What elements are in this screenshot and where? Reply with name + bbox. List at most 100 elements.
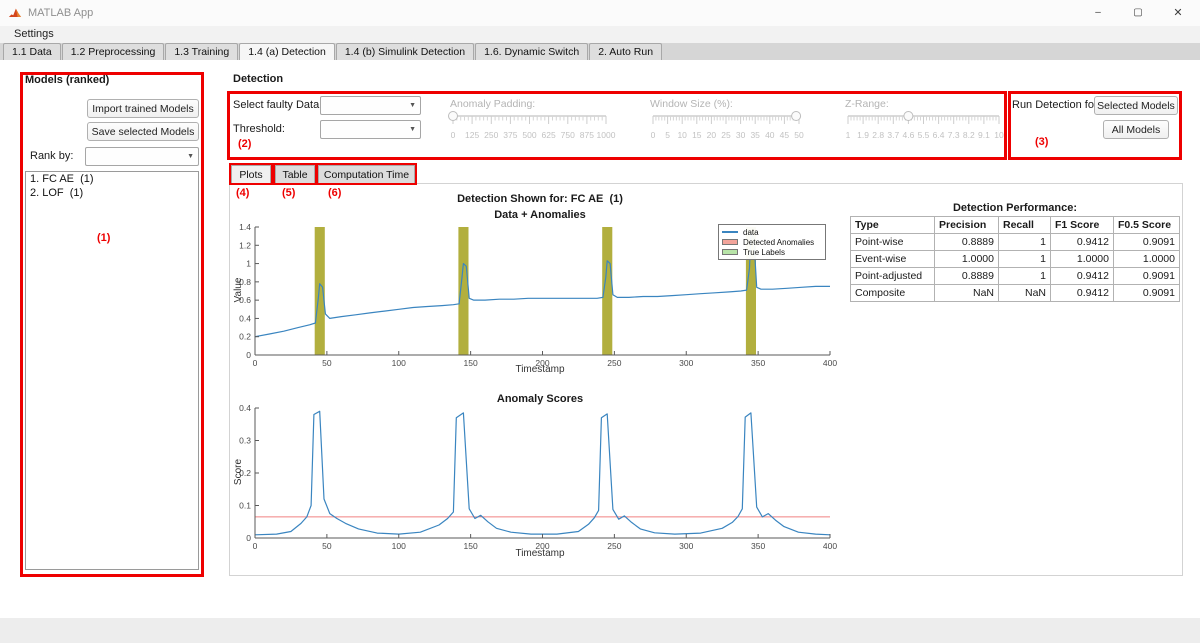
slider-tick-label: 375: [503, 130, 517, 140]
perf-cell: 0.9412: [1051, 234, 1114, 251]
perf-cell: 0.9412: [1051, 285, 1114, 302]
perf-row: CompositeNaNNaN0.94120.9091: [851, 285, 1180, 302]
perf-cell: 1.0000: [935, 251, 999, 268]
chart1-xlabel: Timestamp: [260, 364, 820, 375]
chevron-down-icon: ▼: [187, 148, 194, 165]
legend-label: data: [743, 228, 759, 237]
legend-line-swatch: [722, 231, 738, 233]
slider-tick-label: 875: [580, 130, 594, 140]
perf-col-header: Recall: [999, 217, 1051, 234]
matlab-icon: [8, 6, 22, 20]
perf-cell: Event-wise: [851, 251, 935, 268]
window-size-slider[interactable]: Window Size (%): 05101520253035404550: [648, 97, 804, 142]
subtab-plots[interactable]: Plots: [231, 165, 271, 184]
slider-tick-label: 7.3: [948, 130, 960, 140]
menu-item-settings[interactable]: Settings: [10, 26, 58, 43]
chart1-legend: dataDetected AnomaliesTrue Labels: [718, 224, 826, 260]
svg-text:0.4: 0.4: [239, 403, 251, 413]
perf-row: Point-wise0.888910.94120.9091: [851, 234, 1180, 251]
close-icon[interactable]: ✕: [1158, 0, 1198, 26]
all-models-button[interactable]: All Models: [1103, 120, 1169, 139]
tab-1-2-preprocessing[interactable]: 1.2 Preprocessing: [62, 43, 165, 60]
performance-title: Detection Performance:: [880, 202, 1150, 214]
models-panel-title: Models (ranked): [25, 74, 109, 86]
slider-tick-label: 0: [651, 130, 656, 140]
anomaly-padding-slider[interactable]: Anomaly Padding: 01252503755006257508751…: [448, 97, 611, 142]
slider-tick-labels: 11.92.83.74.65.56.47.38.29.110: [843, 130, 1004, 140]
perf-row: Event-wise1.000011.00001.0000: [851, 251, 1180, 268]
performance-table: TypePrecisionRecallF1 ScoreF0.5 ScorePoi…: [850, 216, 1180, 302]
slider-tick-label: 3.7: [887, 130, 899, 140]
perf-cell: 0.9091: [1114, 234, 1180, 251]
slider-tick-label: 45: [780, 130, 789, 140]
perf-cell: 0.8889: [935, 268, 999, 285]
svg-text:0.2: 0.2: [239, 332, 251, 342]
window-size-label: Window Size (%):: [650, 98, 733, 110]
perf-cell: 1: [999, 234, 1051, 251]
selected-models-button[interactable]: Selected Models: [1094, 96, 1178, 115]
svg-text:400: 400: [823, 541, 837, 551]
svg-text:400: 400: [823, 358, 837, 368]
tab-1-3-training[interactable]: 1.3 Training: [165, 43, 238, 60]
svg-text:0: 0: [246, 350, 251, 360]
tab-1-4-a-detection[interactable]: 1.4 (a) Detection: [239, 43, 335, 60]
chevron-down-icon: ▼: [409, 121, 416, 138]
maximize-icon[interactable]: ▢: [1118, 0, 1158, 26]
slider-tick-label: 40: [765, 130, 774, 140]
slider-tick-label: 125: [465, 130, 479, 140]
anomaly-padding-label: Anomaly Padding:: [450, 98, 535, 110]
matlab-app-window: MATLAB App – ▢ ✕ Settings 1.1 Data1.2 Pr…: [0, 0, 1200, 643]
svg-text:0.1: 0.1: [239, 501, 251, 511]
model-list-item[interactable]: 2. LOF (1): [26, 186, 198, 200]
threshold-dropdown[interactable]: Best F1 Score (... ▼: [320, 120, 421, 139]
slider-tick-label: 30: [736, 130, 745, 140]
perf-col-header: F0.5 Score: [1114, 217, 1180, 234]
chart1-ylabel: Value: [233, 268, 245, 312]
legend-patch-swatch: [722, 249, 738, 255]
perf-row: Point-adjusted0.888910.94120.9091: [851, 268, 1180, 285]
slider-track[interactable]: [843, 110, 1004, 128]
tab-1-6-dynamic-switch[interactable]: 1.6. Dynamic Switch: [475, 43, 588, 60]
import-models-button[interactable]: Import trained Models: [87, 99, 199, 118]
perf-cell: NaN: [935, 285, 999, 302]
chart2-xlabel: Timestamp: [260, 548, 820, 559]
tab-1-4-b-simulink-detection[interactable]: 1.4 (b) Simulink Detection: [336, 43, 474, 60]
rank-by-dropdown[interactable]: F1 Score (point-wi... ▼: [85, 147, 199, 166]
svg-text:0: 0: [253, 541, 258, 551]
slider-tick-labels: 05101520253035404550: [648, 130, 804, 140]
slider-tick-label: 15: [692, 130, 701, 140]
model-list-item[interactable]: 1. FC AE (1): [26, 172, 198, 186]
perf-cell: 1.0000: [1051, 251, 1114, 268]
chevron-down-icon: ▼: [409, 97, 416, 114]
save-models-button[interactable]: Save selected Models: [87, 122, 199, 141]
faulty-data-dropdown[interactable]: offset_1 ▼: [320, 96, 421, 115]
slider-tick-label: 10: [677, 130, 686, 140]
slider-tick-label: 6.4: [933, 130, 945, 140]
perf-cell: Point-wise: [851, 234, 935, 251]
slider-tick-label: 10: [994, 130, 1003, 140]
z-range-slider[interactable]: Z-Range: 11.92.83.74.65.56.47.38.29.110: [843, 97, 1004, 142]
tab-2-auto-run[interactable]: 2. Auto Run: [589, 43, 662, 60]
perf-cell: 0.9091: [1114, 285, 1180, 302]
z-range-label: Z-Range:: [845, 98, 889, 110]
chart2-ylabel: Score: [233, 450, 245, 494]
detection-shown-for-title: Detection Shown for: FC AE (1): [260, 193, 820, 205]
svg-text:0: 0: [253, 358, 258, 368]
subtab-table[interactable]: Table: [275, 165, 315, 184]
slider-tick-label: 1000: [597, 130, 616, 140]
svg-text:0: 0: [246, 533, 251, 543]
slider-tick-label: 9.1: [978, 130, 990, 140]
slider-tick-label: 1.9: [857, 130, 869, 140]
perf-cell: 0.9091: [1114, 268, 1180, 285]
perf-cell: Composite: [851, 285, 935, 302]
models-listbox[interactable]: 1. FC AE (1)2. LOF (1): [25, 171, 199, 570]
minimize-icon[interactable]: –: [1078, 0, 1118, 26]
subtab-computation-time[interactable]: Computation Time: [318, 165, 415, 184]
slider-tick-label: 0: [451, 130, 456, 140]
slider-track[interactable]: [448, 110, 611, 128]
title-bar: MATLAB App – ▢ ✕: [0, 0, 1200, 26]
svg-text:1.2: 1.2: [239, 240, 251, 250]
slider-track[interactable]: [648, 110, 804, 128]
perf-cell: 0.8889: [935, 234, 999, 251]
tab-1-1-data[interactable]: 1.1 Data: [3, 43, 61, 60]
